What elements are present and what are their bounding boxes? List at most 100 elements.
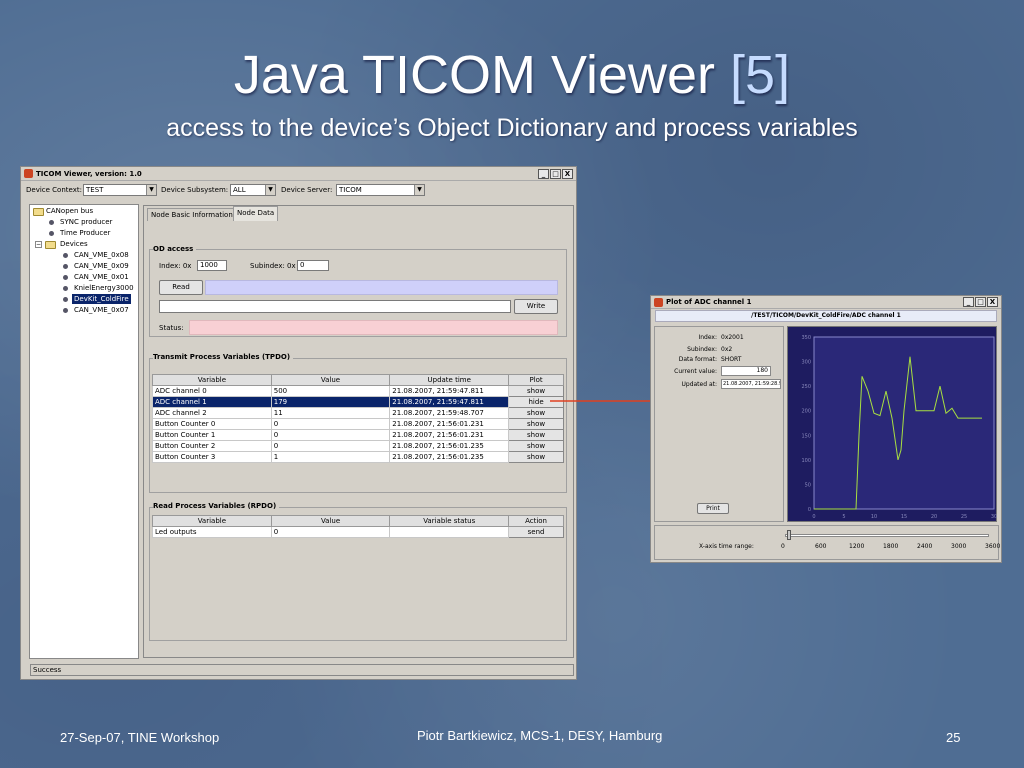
tab-node-data[interactable]: Node Data [233,206,279,221]
leaf-icon [63,275,68,280]
range-tick-label: 0 [781,543,785,550]
plot-window-title: Plot of ADC channel 1 [666,298,752,306]
tree-root-canopen[interactable]: CANopen bus [46,206,93,216]
info-index-value: 0x2001 [721,334,744,341]
info-current-label: Current value: [674,368,717,375]
read-result-field [205,280,558,295]
maximize-button[interactable]: □ [550,168,561,179]
column-header[interactable]: Value [270,374,391,386]
column-header[interactable]: Action [508,515,564,527]
table-row[interactable]: Button Counter 2 0 21.08.2007, 21:56:01.23… [152,440,564,452]
x-tick-label: 20 [931,514,937,520]
collapse-icon[interactable]: − [35,241,42,248]
tree-device[interactable]: CAN_VME_0x07 [74,305,129,315]
plot-background [813,336,995,510]
y-tick-label: 350 [801,335,811,341]
slide-number-tag: [5] [730,45,791,105]
table-cell: Button Counter 1 [152,429,272,441]
subindex-field[interactable]: 0 [297,260,329,271]
table-cell [389,526,510,538]
table-cell: 0 [270,440,391,452]
device-server-label: Device Server: [281,186,333,194]
tpdo-table[interactable]: Variable Value Update time Plot ADC chan… [152,374,564,463]
info-format-value: SHORT [721,356,742,363]
table-cell[interactable]: 0 [270,526,391,538]
main-titlebar: TICOM Viewer, version: 1.0 _ □ X [21,167,576,181]
table-row[interactable]: Button Counter 0 0 21.08.2007, 21:56:01.23… [152,418,564,430]
tree-device[interactable]: KnielEnergy3000 [74,283,134,293]
write-value-field[interactable] [159,300,511,313]
plot-toggle-button[interactable]: show [508,440,564,452]
table-cell: 21.08.2007, 21:56:01.235 [389,451,510,463]
tree-device[interactable]: CAN_VME_0x01 [74,272,129,282]
column-header[interactable]: Variable [152,515,272,527]
table-cell: Button Counter 3 [152,451,272,463]
table-cell: 11 [270,407,391,419]
y-tick-label: 250 [801,384,811,390]
leaf-icon [49,220,54,225]
tree-item-devices[interactable]: Devices [60,239,88,249]
adc-line-chart: 0 50 100 150 200 250 300 350 0 5 10 15 20 25 30 [801,335,997,520]
tab-node-basic-information[interactable]: Node Basic Information [147,208,237,221]
plot-titlebar: Plot of ADC channel 1 _ □ X [651,296,1001,309]
table-row[interactable]: ADC channel 2 11 21.08.2007, 21:59:48.707 s… [152,407,564,419]
tree-device[interactable]: CAN_VME_0x08 [74,250,129,260]
x-tick-label: 5 [842,514,845,520]
table-row[interactable]: Led outputs 0 send [152,526,564,538]
tree-item-sync[interactable]: SYNC producer [60,217,112,227]
print-button[interactable]: Print [697,503,729,514]
column-header[interactable]: Variable status [389,515,510,527]
folder-open-icon [33,208,44,216]
device-subsystem-combo[interactable]: ALL ▼ [230,184,276,196]
table-row[interactable]: ADC channel 1 179 21.08.2007, 21:59:47.811… [152,396,564,408]
close-button[interactable]: X [987,297,998,307]
device-subsystem-label: Device Subsystem: [161,186,229,194]
minimize-button[interactable]: _ [538,168,549,179]
table-cell: ADC channel 1 [152,396,272,408]
plot-toggle-button[interactable]: show [508,429,564,441]
range-slider-thumb[interactable] [787,530,792,540]
column-header[interactable]: Plot [508,374,564,386]
table-cell: Led outputs [152,526,272,538]
table-cell: 21.08.2007, 21:56:01.231 [389,418,510,430]
y-tick-label: 300 [801,360,811,366]
info-subindex-value: 0x2 [721,346,733,353]
tree-item-time[interactable]: Time Producer [60,228,110,238]
plot-toggle-button[interactable]: show [508,418,564,430]
range-tick-label: 3000 [951,543,967,550]
tpdo-title: Transmit Process Variables (TPDO) [153,353,294,361]
leaf-icon [63,308,68,313]
device-server-value: TICOM [339,186,362,194]
read-button[interactable]: Read [159,280,203,295]
tree-device-selected[interactable]: DevKit_ColdFire [72,294,131,304]
table-row[interactable]: Button Counter 3 1 21.08.2007, 21:56:01.23… [152,451,564,463]
table-row[interactable]: Button Counter 1 0 21.08.2007, 21:56:01.23… [152,429,564,441]
device-context-combo[interactable]: TEST ▼ [83,184,157,196]
info-subindex-label: Subindex: [687,346,717,353]
write-button[interactable]: Write [514,299,558,314]
x-tick-label: 25 [961,514,967,520]
table-row[interactable]: ADC channel 0 500 21.08.2007, 21:59:47.811… [152,385,564,397]
folder-open-icon [45,241,56,249]
index-field[interactable]: 1000 [197,260,227,271]
maximize-button[interactable]: □ [975,297,986,307]
od-access-title: OD access [153,245,197,253]
tree-device[interactable]: CAN_VME_0x09 [74,261,129,271]
send-button[interactable]: send [508,526,564,538]
device-server-combo[interactable]: TICOM ▼ [336,184,425,196]
range-slider-track[interactable] [785,534,989,537]
plot-toggle-button[interactable]: show [508,451,564,463]
rpdo-table[interactable]: Variable Value Variable status Action Le… [152,515,564,538]
plot-toggle-button[interactable]: show [508,407,564,419]
close-button[interactable]: X [562,168,573,179]
status-field [189,320,558,335]
minimize-button[interactable]: _ [963,297,974,307]
table-cell: 0 [270,418,391,430]
device-tree[interactable]: CANopen bus SYNC producer Time Producer … [29,204,139,659]
plot-window: Plot of ADC channel 1 _ □ X /TEST/TICOM/… [650,295,1002,563]
column-header[interactable]: Update time [389,374,510,386]
leaf-icon [49,231,54,236]
column-header[interactable]: Value [270,515,391,527]
column-header[interactable]: Variable [152,374,272,386]
x-tick-label: 30 [991,514,997,520]
